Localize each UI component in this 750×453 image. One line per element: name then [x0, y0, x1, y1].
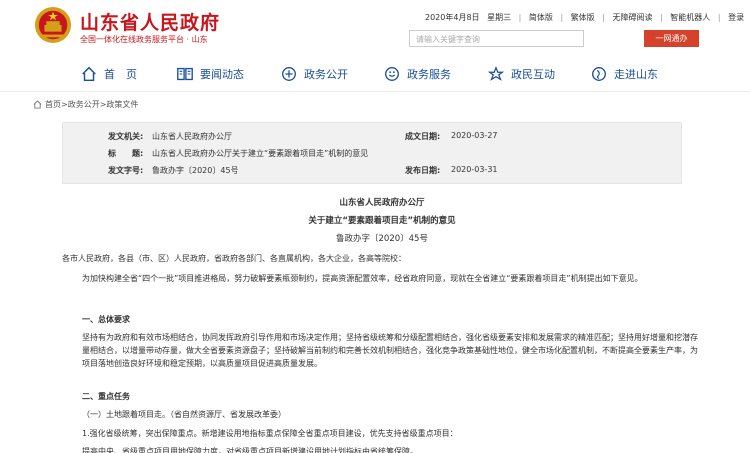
link-accessibility[interactable]: 无障碍阅读	[612, 13, 652, 22]
divider: |	[560, 13, 564, 22]
site-header: 山东省人民政府 全国一体化在线政务服务平台 · 山东 2020年4月8日 星期三…	[0, 0, 750, 55]
breadcrumb-home[interactable]: 首页	[45, 99, 61, 110]
date-label: 成文日期:	[405, 132, 441, 141]
site-title[interactable]: 山东省人民政府	[80, 8, 220, 35]
nav-home[interactable]: 首 页	[80, 65, 137, 83]
service-icon	[385, 67, 399, 81]
globe-icon	[592, 67, 606, 81]
link-robot[interactable]: 智能机器人	[670, 13, 710, 22]
list-item: 提高中央、省级重点项目用地保障力度，对省级重点项目新增建设用地计划指标由省统筹保…	[82, 447, 418, 453]
breadcrumb-separator: >	[61, 100, 68, 109]
section-heading: 二、重点任务	[82, 392, 130, 401]
main-nav: 首 页 要闻动态 政务公开 政务服务 政民互动 走进山东	[0, 55, 750, 92]
page: 山东省人民政府 全国一体化在线政务服务平台 · 山东 2020年4月8日 星期三…	[0, 0, 750, 453]
breadcrumb-policy[interactable]: 政策文件	[106, 99, 138, 110]
home-icon	[33, 100, 42, 109]
date-value: 2020-03-27	[451, 131, 498, 140]
meta-row: 发文机关: 山东省人民政府办公厅 成文日期: 2020-03-27	[63, 131, 681, 146]
national-emblem-icon[interactable]	[34, 6, 72, 44]
article-title: 关于建立“要素跟着项目走”机制的意见	[308, 216, 456, 226]
top-links: 2020年4月8日 星期三 | 简体版 | 繁体版 | 无障碍阅读 | 智能机器…	[425, 12, 750, 23]
article-docno: 鲁政办字〔2020〕45号	[336, 234, 428, 244]
pubdate-value: 2020-03-31	[451, 165, 498, 174]
nav-label: 政务公开	[304, 68, 348, 81]
divider: |	[602, 13, 605, 22]
current-date: 2020年4月8日	[425, 13, 480, 22]
issuer-label: 发文机关:	[108, 132, 144, 141]
site-subtitle: 全国一体化在线政务服务平台 · 山东	[80, 35, 208, 44]
search-input[interactable]: 请输入关键字查询	[409, 30, 584, 47]
nav-service[interactable]: 政务服务	[383, 65, 451, 83]
section-heading: 一、总体要求	[82, 315, 130, 324]
home-icon	[82, 66, 96, 82]
interact-icon	[487, 66, 505, 81]
document-meta-table: 发文机关: 山东省人民政府办公厅 成文日期: 2020-03-27 标 题: 山…	[62, 122, 682, 184]
nav-news[interactable]: 要闻动态	[176, 65, 244, 83]
sub-heading: （一）土地跟着项目走。（省自然资源厅、省发展改革委）	[82, 410, 286, 419]
nav-shandong[interactable]: 走进山东	[590, 65, 658, 83]
link-simplified[interactable]: 简体版	[529, 13, 553, 22]
breadcrumb-open[interactable]: 政务公开	[68, 99, 100, 110]
breadcrumb: 首页 > 政务公开 > 政策文件	[33, 99, 138, 110]
meta-row: 发文字号: 鲁政办字〔2020〕45号 发布日期: 2020-03-31	[63, 165, 681, 180]
current-weekday: 星期三	[487, 13, 512, 22]
docno-value: 鲁政办字〔2020〕45号	[152, 166, 239, 175]
link-login[interactable]: 登录	[728, 13, 744, 22]
one-network-button[interactable]: 一网通办	[644, 30, 699, 47]
news-icon	[177, 67, 193, 81]
divider: |	[717, 13, 721, 22]
breadcrumb-separator: >	[99, 100, 107, 109]
nav-label: 政民互动	[511, 68, 555, 81]
nav-label: 政务服务	[407, 68, 451, 81]
article-org: 山东省人民政府办公厅	[339, 198, 425, 208]
recipients: 各市人民政府，各县（市、区）人民政府，省政府各部门、各直属机构，各大企业，各高等…	[62, 254, 406, 263]
nav-label: 首 页	[104, 68, 137, 81]
title-value: 山东省人民政府办公厅关于建立“要素跟着项目走”机制的意见	[152, 149, 369, 158]
divider: |	[660, 13, 663, 22]
open-icon	[282, 67, 296, 81]
paragraph: 坚持有为政府和有效市场相结合，协同发挥政府引导作用和市场决定作用；坚持省级统筹和…	[82, 333, 698, 368]
pubdate-label: 发布日期:	[405, 166, 441, 175]
intro-paragraph: 为加快构建全省“四个一批”项目推进格局，努力破解要素瓶颈制约，提高资源配置效率，…	[82, 274, 643, 283]
link-traditional[interactable]: 繁体版	[571, 13, 595, 22]
list-item: 1.强化省级统筹，突出保障重点。新增建设用地指标重点保障全省重点项目建设，优先支…	[82, 429, 458, 438]
meta-row: 标 题: 山东省人民政府办公厅关于建立“要素跟着项目走”机制的意见	[63, 148, 681, 163]
docno-label: 发文字号:	[108, 166, 144, 175]
divider: |	[518, 13, 522, 22]
issuer-value: 山东省人民政府办公厅	[152, 132, 232, 141]
nav-interact[interactable]: 政民互动	[487, 65, 555, 83]
nav-open[interactable]: 政务公开	[280, 65, 348, 83]
nav-label: 要闻动态	[200, 68, 244, 81]
title-label: 标 题:	[108, 149, 144, 158]
nav-label: 走进山东	[614, 68, 658, 81]
